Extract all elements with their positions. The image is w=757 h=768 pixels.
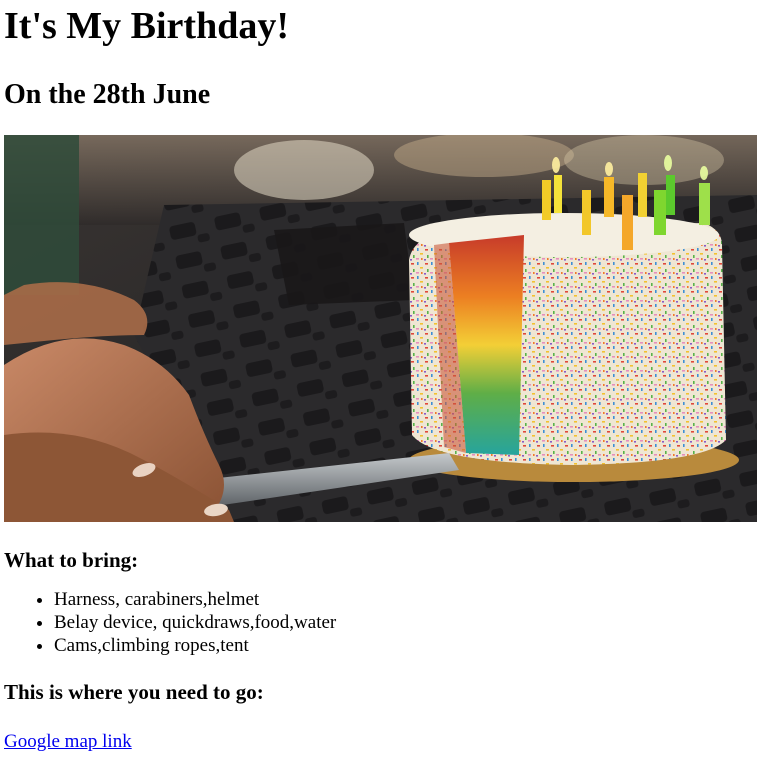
page-subtitle: On the 28th June — [4, 79, 211, 110]
list-item: Cams,climbing ropes,tent — [54, 634, 757, 657]
page-title: It's My Birthday! — [4, 5, 289, 47]
bring-list: Harness, carabiners,helmet Belay device,… — [4, 588, 757, 657]
what-to-bring-heading: What to bring: — [4, 548, 139, 572]
list-item: Harness, carabiners,helmet — [54, 588, 757, 611]
where-to-go-heading: This is where you need to go: — [4, 680, 264, 704]
list-item: Belay device, quickdraws,food,water — [54, 611, 757, 634]
page: It's My Birthday! On the 28th June What … — [0, 0, 757, 753]
birthday-cake-image — [4, 135, 757, 522]
google-map-link[interactable]: Google map link — [4, 730, 132, 753]
cake-illustration — [4, 135, 757, 522]
